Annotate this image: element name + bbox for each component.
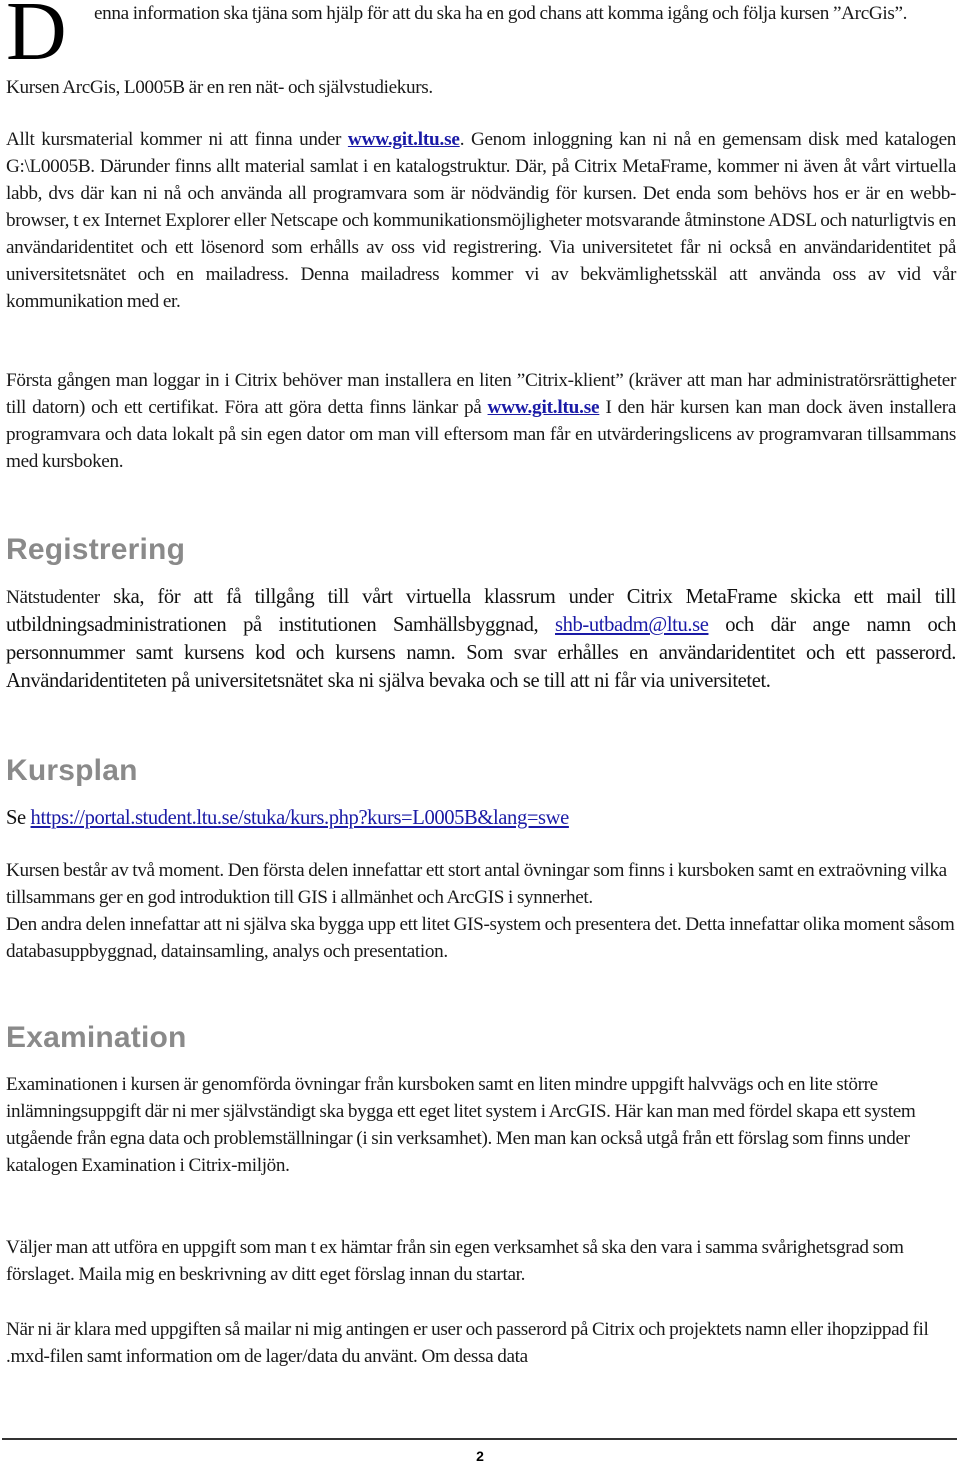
text: Se (6, 807, 31, 829)
paragraph-registrering: Nätstudenter ska, för att få tillgång ti… (6, 583, 956, 695)
intro-text: enna information ska tjäna som hjälp för… (94, 3, 908, 24)
page-number: 2 (476, 1448, 484, 1464)
paragraph-examination-3: När ni är klara med uppgiften så mailar … (6, 1319, 929, 1367)
kursplan-link[interactable]: https://portal.student.ltu.se/stuka/kurs… (31, 807, 570, 829)
paragraph-course-parts: Kursen består av två moment. Den första … (6, 857, 956, 965)
heading-kursplan: Kursplan (6, 754, 138, 787)
paragraph-course-material: Allt kursmaterial kommer ni att finna un… (6, 126, 956, 315)
text: . Genom inloggning kan ni nå en gemensam… (6, 129, 956, 312)
git-ltu-link[interactable]: www.git.ltu.se (348, 129, 460, 150)
text: Allt kursmaterial kommer ni att finna un… (6, 129, 348, 150)
footer-divider (2, 1438, 957, 1440)
git-ltu-link-2[interactable]: www.git.ltu.se (488, 397, 600, 418)
course-part-1: Kursen består av två moment. Den första … (6, 860, 947, 908)
heading-registrering: Registrering (6, 533, 186, 566)
paragraph-examination-2: Väljer man att utföra en uppgift som man… (6, 1237, 904, 1285)
paragraph-kursplan-link: Se https://portal.student.ltu.se/stuka/k… (6, 804, 956, 832)
lead-word: Nätstudenter (6, 587, 100, 608)
paragraph-examination-1: Examinationen i kursen är genomförda övn… (6, 1074, 916, 1176)
drop-cap: D (6, 0, 67, 78)
paragraph-citrix-client: Första gången man loggar in i Citrix beh… (6, 367, 956, 475)
email-link[interactable]: shb-utbadm@ltu.se (555, 614, 709, 636)
heading-examination: Examination (6, 1021, 187, 1054)
course-part-2: Den andra delen innefattar att ni själva… (6, 914, 955, 962)
paragraph-course-type: Kursen ArcGis, L0005B är en ren nät- och… (6, 77, 433, 98)
